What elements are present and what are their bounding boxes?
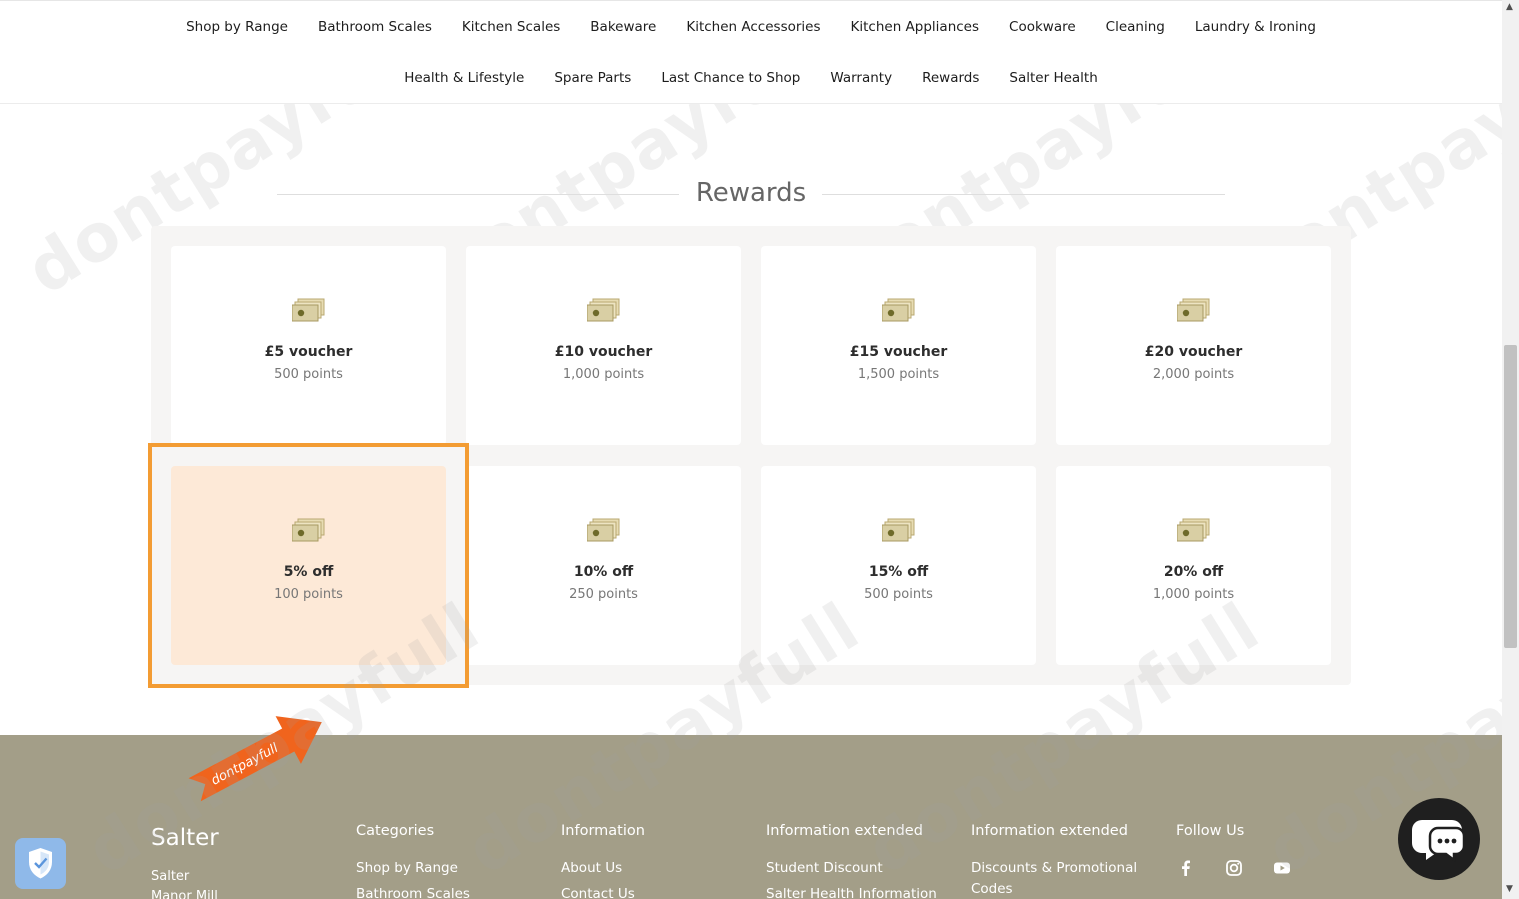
footer-column-categories: Categories Shop by Range Bathroom Scales — [356, 823, 546, 899]
privacy-shield-button[interactable] — [15, 838, 66, 889]
nav-link-salter-health[interactable]: Salter Health — [1009, 70, 1097, 86]
instagram-icon[interactable] — [1224, 858, 1244, 878]
footer-link[interactable]: Contact Us — [561, 884, 751, 899]
reward-title: 10% off — [573, 564, 634, 580]
nav-link-rewards[interactable]: Rewards — [922, 70, 979, 86]
nav-link-kitchen-appliances[interactable]: Kitchen Appliances — [851, 19, 980, 35]
footer-column-heading: Follow Us — [1176, 823, 1245, 839]
reward-title: 15% off — [868, 564, 929, 580]
scroll-up-arrow-icon[interactable]: ▲ — [1506, 2, 1513, 12]
cash-icon — [587, 518, 620, 542]
reward-title: £20 voucher — [1144, 344, 1243, 360]
nav-link-last-chance[interactable]: Last Chance to Shop — [661, 70, 800, 86]
top-navigation: Shop by Range Bathroom Scales Kitchen Sc… — [0, 0, 1502, 104]
reward-points: 500 points — [864, 587, 933, 602]
footer-link[interactable]: Discounts & Promotional Codes — [971, 858, 1161, 899]
nav-row-primary: Shop by Range Bathroom Scales Kitchen Sc… — [0, 19, 1502, 35]
cash-icon — [882, 298, 915, 322]
nav-link-kitchen-accessories[interactable]: Kitchen Accessories — [686, 19, 820, 35]
facebook-icon[interactable] — [1176, 858, 1196, 878]
reward-points: 2,000 points — [1152, 367, 1235, 382]
footer-column-heading: Information — [561, 823, 645, 839]
nav-link-bakeware[interactable]: Bakeware — [590, 19, 656, 35]
nav-link-laundry-ironing[interactable]: Laundry & Ironing — [1195, 19, 1316, 35]
nav-link-health-lifestyle[interactable]: Health & Lifestyle — [404, 70, 524, 86]
reward-card-highlighted[interactable]: 5% off 100 points — [171, 466, 446, 665]
nav-link-cleaning[interactable]: Cleaning — [1106, 19, 1165, 35]
reward-card[interactable]: £5 voucher 500 points — [171, 246, 446, 445]
footer-address-line: Salter — [151, 869, 190, 884]
reward-points: 1,000 points — [1152, 587, 1235, 602]
shield-check-icon — [29, 848, 52, 879]
reward-title: £10 voucher — [554, 344, 653, 360]
nav-row-secondary: Health & Lifestyle Spare Parts Last Chan… — [0, 70, 1502, 86]
reward-title: £15 voucher — [849, 344, 948, 360]
footer-link[interactable]: Salter Health Information — [766, 884, 956, 899]
reward-title: £5 voucher — [264, 344, 353, 360]
cash-icon — [292, 298, 325, 322]
footer-link[interactable]: Shop by Range — [356, 858, 546, 879]
chat-launcher-button[interactable] — [1398, 798, 1480, 880]
cash-icon — [292, 518, 325, 542]
reward-points: 250 points — [569, 587, 638, 602]
footer-column-information-extended: Information extended Discounts & Promoti… — [971, 823, 1161, 899]
heading-divider-right — [822, 194, 1225, 195]
reward-card[interactable]: £20 voucher 2,000 points — [1056, 246, 1331, 445]
nav-link-warranty[interactable]: Warranty — [830, 70, 892, 86]
reward-card[interactable]: 20% off 1,000 points — [1056, 466, 1331, 665]
nav-link-shop-by-range[interactable]: Shop by Range — [186, 19, 288, 35]
page-scrollbar[interactable]: ▲ ▼ — [1502, 0, 1519, 899]
cash-icon — [1177, 518, 1210, 542]
footer-link[interactable]: About Us — [561, 858, 751, 879]
footer-link[interactable]: Student Discount — [766, 858, 956, 879]
cash-icon — [1177, 298, 1210, 322]
scroll-down-arrow-icon[interactable]: ▼ — [1506, 884, 1513, 894]
reward-title: 20% off — [1163, 564, 1224, 580]
footer-link[interactable]: Bathroom Scales — [356, 884, 546, 899]
nav-link-cookware[interactable]: Cookware — [1009, 19, 1076, 35]
promo-arrow-badge: dontpayfull — [188, 716, 322, 802]
nav-link-spare-parts[interactable]: Spare Parts — [554, 70, 631, 86]
reward-points: 100 points — [274, 587, 343, 602]
reward-title: 5% off — [283, 564, 334, 580]
footer-column-heading: Information extended — [971, 823, 1128, 839]
cash-icon — [587, 298, 620, 322]
footer-address-line: Manor Mill — [151, 889, 218, 899]
footer-brand: Salter — [151, 825, 219, 851]
footer-column-information-extended: Information extended Student Discount Sa… — [766, 823, 956, 899]
footer-column-information: Information About Us Contact Us — [561, 823, 751, 899]
reward-card[interactable]: £10 voucher 1,000 points — [466, 246, 741, 445]
reward-card[interactable]: 15% off 500 points — [761, 466, 1036, 665]
nav-link-bathroom-scales[interactable]: Bathroom Scales — [318, 19, 432, 35]
reward-points: 1,000 points — [562, 367, 645, 382]
reward-points: 500 points — [274, 367, 343, 382]
cash-icon — [882, 518, 915, 542]
reward-points: 1,500 points — [857, 367, 940, 382]
rewards-grid: £5 voucher 500 points £10 voucher 1,000 … — [151, 226, 1351, 685]
scrollbar-thumb[interactable] — [1504, 345, 1517, 648]
rewards-heading: Rewards — [695, 178, 807, 208]
social-links — [1176, 858, 1366, 878]
footer-column-heading: Information extended — [766, 823, 923, 839]
nav-link-kitchen-scales[interactable]: Kitchen Scales — [462, 19, 560, 35]
reward-card[interactable]: £15 voucher 1,500 points — [761, 246, 1036, 445]
chat-bubble-icon — [1412, 820, 1466, 863]
footer-column-heading: Categories — [356, 823, 435, 839]
reward-card[interactable]: 10% off 250 points — [466, 466, 741, 665]
youtube-icon[interactable] — [1272, 858, 1292, 878]
footer-column-follow: Follow Us — [1176, 823, 1366, 878]
